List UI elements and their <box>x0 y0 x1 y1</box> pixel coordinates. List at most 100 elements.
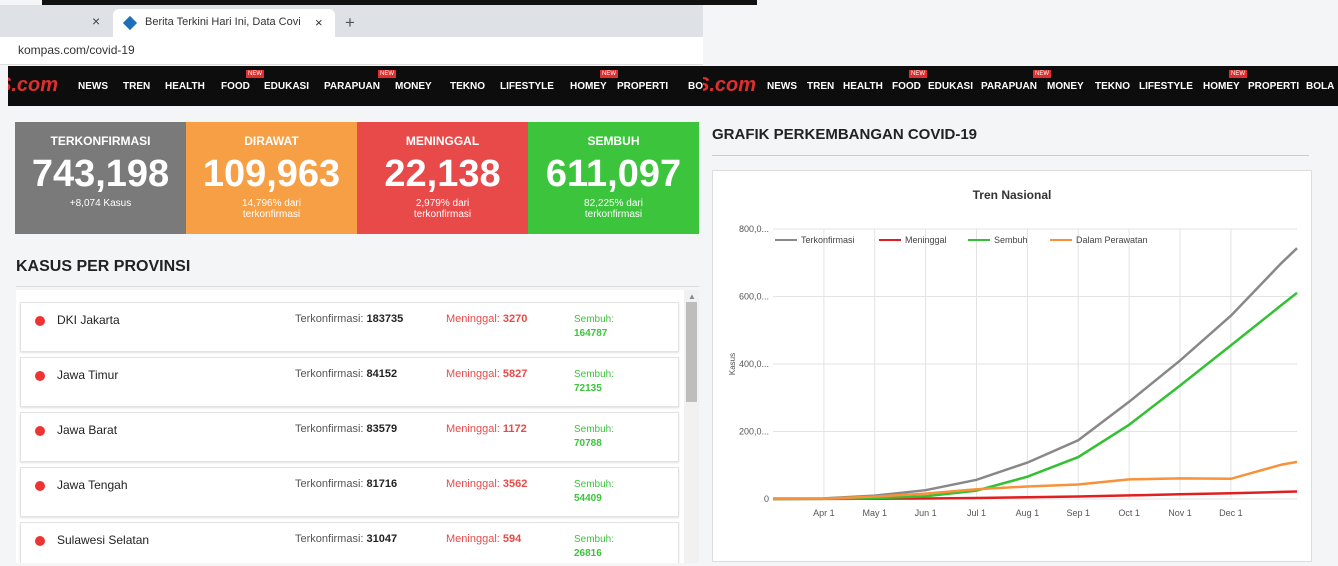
stat-subtext-line2: terkonfirmasi <box>242 209 301 220</box>
browser-tab-active[interactable]: Berita Terkini Hari Ini, Data Covid × <box>113 9 335 37</box>
recovered-value: 26816 <box>574 548 602 559</box>
stat-subtext-line1: 2,979% dari <box>415 198 470 209</box>
death-label: Meninggal: <box>446 533 500 545</box>
death-label: Meninggal: <box>446 313 500 325</box>
series-line <box>772 247 1298 500</box>
scrollbar-thumb[interactable] <box>686 302 697 402</box>
recovered-value: 54409 <box>574 493 602 504</box>
nav-item-properti[interactable]: PROPERTI <box>617 81 668 92</box>
province-name: Sulawesi Selatan <box>57 533 150 547</box>
nav-item-tekno[interactable]: TEKNO <box>450 81 485 92</box>
recovered-count: Sembuh: 26816 <box>574 533 614 561</box>
nav-item-tren[interactable]: TREN <box>807 81 834 92</box>
x-tick-label: Sep 1 <box>1066 508 1090 518</box>
site-navbar-left: S.com NEWS TREN HEALTH FOOD NEW EDUKASI … <box>8 66 703 106</box>
stat-subtext-line1: 82,225% dari <box>584 198 643 209</box>
x-tick-label: Jun 1 <box>915 508 937 518</box>
recovered-value: 72135 <box>574 383 602 394</box>
province-heading: KASUS PER PROVINSI <box>16 258 191 275</box>
recovered-count: Sembuh: 70788 <box>574 423 614 451</box>
death-label: Meninggal: <box>446 423 500 435</box>
province-name: Jawa Barat <box>57 423 118 437</box>
status-dot-icon <box>35 426 45 436</box>
nav-item-edukasi[interactable]: EDUKASI <box>264 81 309 92</box>
nav-item-parapuan[interactable]: PARAPUAN <box>981 81 1037 92</box>
confirmed-value: 83579 <box>366 423 398 435</box>
stat-card-terkonfirmasi: TERKONFIRMASI 743,198 +8,074 Kasus <box>15 122 186 234</box>
nav-item-news[interactable]: NEWS <box>767 81 797 92</box>
recovered-value: 164787 <box>574 328 608 339</box>
site-logo[interactable]: S.com <box>8 74 58 97</box>
death-count: Meninggal: 594 <box>446 533 521 545</box>
scroll-up-icon[interactable]: ▲ <box>688 292 696 301</box>
province-row[interactable]: Jawa Timur Terkonfirmasi: 84152 Meningga… <box>20 357 679 407</box>
nav-item-homey[interactable]: HOMEY <box>570 81 607 92</box>
chart-title: Tren Nasional <box>973 188 1052 202</box>
scrollbar[interactable]: ▲ <box>684 290 699 563</box>
confirmed-value: 31047 <box>366 533 398 545</box>
legend-label: Meninggal <box>905 235 947 245</box>
recovered-count: Sembuh: 54409 <box>574 478 614 506</box>
tab-close-icon[interactable]: × <box>315 15 323 30</box>
chart-heading: GRAFIK PERKEMBANGAN COVID-19 <box>712 126 978 143</box>
nav-badge-money: NEW <box>1033 70 1051 78</box>
recovered-label: Sembuh: <box>574 534 615 545</box>
confirmed-label: Terkonfirmasi: <box>295 368 364 380</box>
trend-chart: Tren Nasional 0 200,0... 400,0... 600,0... 80… <box>728 188 1298 518</box>
death-count: Meninggal: 5827 <box>446 368 527 380</box>
address-bar[interactable]: kompas.com/covid-19 <box>0 37 703 65</box>
province-name: DKI Jakarta <box>57 313 120 327</box>
province-row[interactable]: DKI Jakarta Terkonfirmasi: 183735 Mening… <box>20 302 679 352</box>
confirmed-label: Terkonfirmasi: <box>295 478 364 490</box>
nav-item-food[interactable]: FOOD <box>221 81 250 92</box>
x-tick-label: Nov 1 <box>1168 508 1192 518</box>
site-logo[interactable]: S.com <box>703 74 756 97</box>
death-value: 3270 <box>502 313 528 325</box>
stat-subtext: 2,979% dari terkonfirmasi <box>357 198 528 220</box>
stat-value: 743,198 <box>31 153 170 195</box>
province-name: Jawa Timur <box>57 368 119 382</box>
death-count: Meninggal: 1172 <box>446 423 527 435</box>
stat-subtext-line2: terkonfirmasi <box>413 209 472 220</box>
status-dot-icon <box>35 536 45 546</box>
nav-item-tekno[interactable]: TEKNO <box>1095 81 1130 92</box>
stat-value: 109,963 <box>202 153 341 195</box>
nav-item-money[interactable]: MONEY <box>395 81 432 92</box>
nav-badge-food: NEW <box>909 70 927 78</box>
new-tab-button[interactable]: + <box>345 13 355 33</box>
nav-item-homey[interactable]: HOMEY <box>1203 81 1240 92</box>
previous-tab-close-icon[interactable]: × <box>92 13 100 29</box>
stat-label: SEMBUH <box>587 134 640 148</box>
recovered-count: Sembuh: 72135 <box>574 368 614 396</box>
nav-item-health[interactable]: HEALTH <box>843 81 883 92</box>
nav-item-lifestyle[interactable]: LIFESTYLE <box>1139 81 1193 92</box>
death-value: 1172 <box>502 423 527 435</box>
nav-badge-homey: NEW <box>1229 70 1247 78</box>
nav-item-tren[interactable]: TREN <box>123 81 150 92</box>
nav-item-properti[interactable]: PROPERTI <box>1248 81 1299 92</box>
recovered-value: 70788 <box>574 438 602 449</box>
province-row[interactable]: Sulawesi Selatan Terkonfirmasi: 31047 Me… <box>20 522 679 563</box>
y-tick-label: 400,0... <box>739 359 769 369</box>
x-tick-label: Jul 1 <box>967 508 986 518</box>
nav-item-health[interactable]: HEALTH <box>165 81 205 92</box>
nav-item-parapuan[interactable]: PARAPUAN <box>324 81 380 92</box>
status-dot-icon <box>35 481 45 491</box>
nav-item-edukasi[interactable]: EDUKASI <box>928 81 973 92</box>
stat-card-sembuh: SEMBUH 611,097 82,225% dari terkonfirmasi <box>528 122 699 234</box>
province-row[interactable]: Jawa Barat Terkonfirmasi: 83579 Meningga… <box>20 412 679 462</box>
province-row[interactable]: Jawa Tengah Terkonfirmasi: 81716 Meningg… <box>20 467 679 517</box>
confirmed-count: Terkonfirmasi: 31047 <box>295 533 397 545</box>
nav-item-food[interactable]: FOOD <box>892 81 921 92</box>
nav-item-bola[interactable]: BOLA <box>688 81 703 92</box>
nav-item-news[interactable]: NEWS <box>78 81 108 92</box>
nav-item-bola[interactable]: BOLA <box>1306 81 1334 92</box>
province-list: DKI Jakarta Terkonfirmasi: 183735 Mening… <box>16 290 699 563</box>
stat-subtext: 14,796% dari terkonfirmasi <box>186 198 357 220</box>
nav-item-money[interactable]: MONEY <box>1047 81 1084 92</box>
legend-label: Sembuh <box>994 235 1028 245</box>
nav-item-lifestyle[interactable]: LIFESTYLE <box>500 81 554 92</box>
province-name: Jawa Tengah <box>57 478 128 492</box>
confirmed-count: Terkonfirmasi: 83579 <box>295 423 397 435</box>
tab-title: Berita Terkini Hari Ini, Data Covid <box>145 16 300 28</box>
